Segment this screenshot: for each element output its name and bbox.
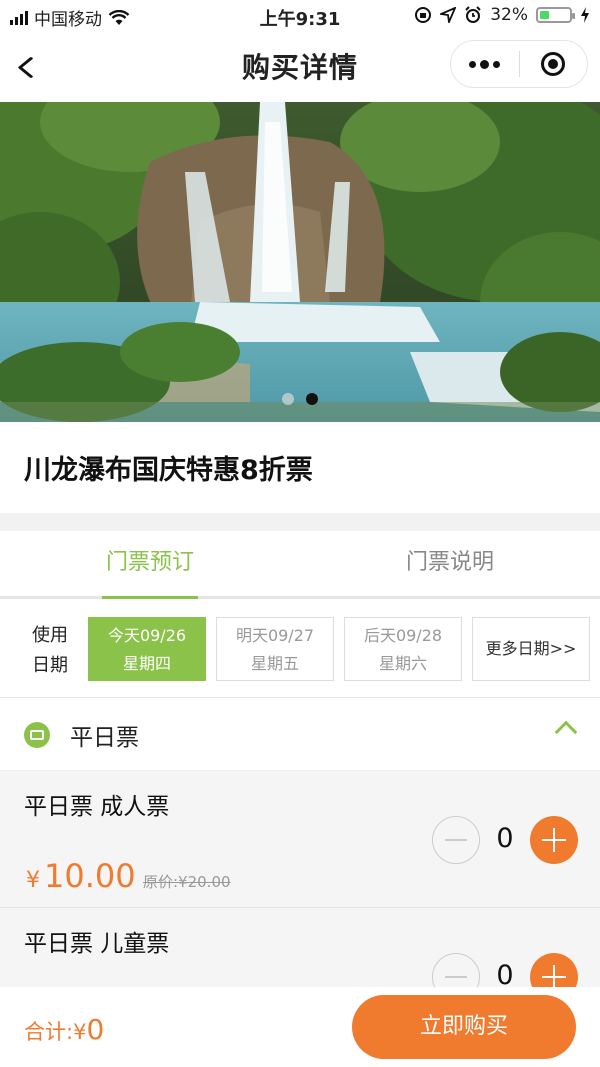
close-miniprogram-button[interactable]: [520, 41, 588, 87]
product-title: 川龙瀑布国庆特惠8折票: [24, 455, 313, 486]
date-label-line2: 日期: [32, 655, 68, 676]
ticket-icon: [24, 722, 50, 748]
banner-image[interactable]: [0, 102, 600, 422]
carousel-indicator: [0, 393, 600, 405]
tab-bar: 门票预订 门票说明: [0, 531, 600, 599]
date-option-tomorrow[interactable]: 明天09/27 星期五: [216, 617, 334, 681]
total-value: 0: [86, 1013, 105, 1046]
location-icon: [440, 7, 457, 23]
date-label-line1: 使用: [32, 625, 68, 646]
section-divider: [0, 513, 600, 531]
more-menu-icon[interactable]: [451, 41, 519, 87]
charging-icon: [581, 7, 589, 23]
checkout-bar: 合计:¥0 立即购买: [0, 987, 600, 1067]
date-label: 使用 日期: [32, 621, 72, 681]
increase-button[interactable]: [530, 816, 578, 864]
ticket-name: 平日票 成人票: [24, 794, 170, 820]
battery-icon: [536, 7, 575, 23]
ticket-price: ¥10.00: [26, 857, 136, 895]
total-label: 合计:: [24, 1020, 74, 1044]
nav-bar: 购买详情: [0, 34, 600, 102]
date-option-weekday: 星期六: [378, 654, 427, 673]
ticket-item: 平日票 儿童票 0: [0, 908, 600, 1001]
status-right: 32%: [414, 5, 590, 25]
date-option-day-after[interactable]: 后天09/28 星期六: [344, 617, 462, 681]
buy-now-button[interactable]: 立即购买: [352, 995, 576, 1059]
more-dates-button[interactable]: 更多日期>>: [472, 617, 590, 681]
mini-program-capsule: [450, 40, 588, 88]
rotation-lock-icon: [415, 7, 432, 23]
tab-ticket-info[interactable]: 门票说明: [300, 531, 600, 596]
ticket-name: 平日票 儿童票: [24, 931, 170, 957]
date-option-date: 明天09/27: [235, 626, 315, 645]
ticket-section-header[interactable]: 平日票: [0, 698, 600, 771]
date-option-today[interactable]: 今天09/26 星期四: [88, 617, 206, 681]
date-option-date: 今天09/26: [107, 626, 187, 645]
waterfall-photo: [0, 102, 600, 422]
original-price: 原价:¥20.00: [143, 873, 231, 891]
target-icon: [541, 52, 566, 76]
date-option-weekday: 星期五: [250, 654, 299, 673]
decrease-button[interactable]: [432, 816, 480, 864]
price-currency: ¥: [26, 868, 40, 893]
quantity-value: 0: [496, 823, 514, 854]
chevron-up-icon[interactable]: [554, 720, 578, 744]
ticket-item: 平日票 成人票 ¥10.00 原价:¥20.00 0: [0, 771, 600, 908]
total-currency: ¥: [73, 1020, 87, 1044]
carousel-dot-active[interactable]: [306, 393, 318, 405]
status-bar: 中国移动 上午9:31 32%: [0, 0, 600, 34]
date-picker: 使用 日期 今天09/26 星期四 明天09/27 星期五 后天09/28 星期…: [0, 601, 600, 698]
ticket-section-title: 平日票: [70, 725, 139, 751]
tab-ticket-booking[interactable]: 门票预订: [0, 531, 300, 599]
price-value: 10.00: [44, 857, 136, 895]
alarm-icon: [465, 6, 481, 23]
date-option-date: 后天09/28: [363, 626, 443, 645]
carousel-dot[interactable]: [282, 393, 294, 405]
total-price: 合计:¥0: [24, 1013, 104, 1046]
date-option-weekday: 星期四: [122, 654, 171, 673]
battery-percent: 32%: [490, 5, 528, 25]
